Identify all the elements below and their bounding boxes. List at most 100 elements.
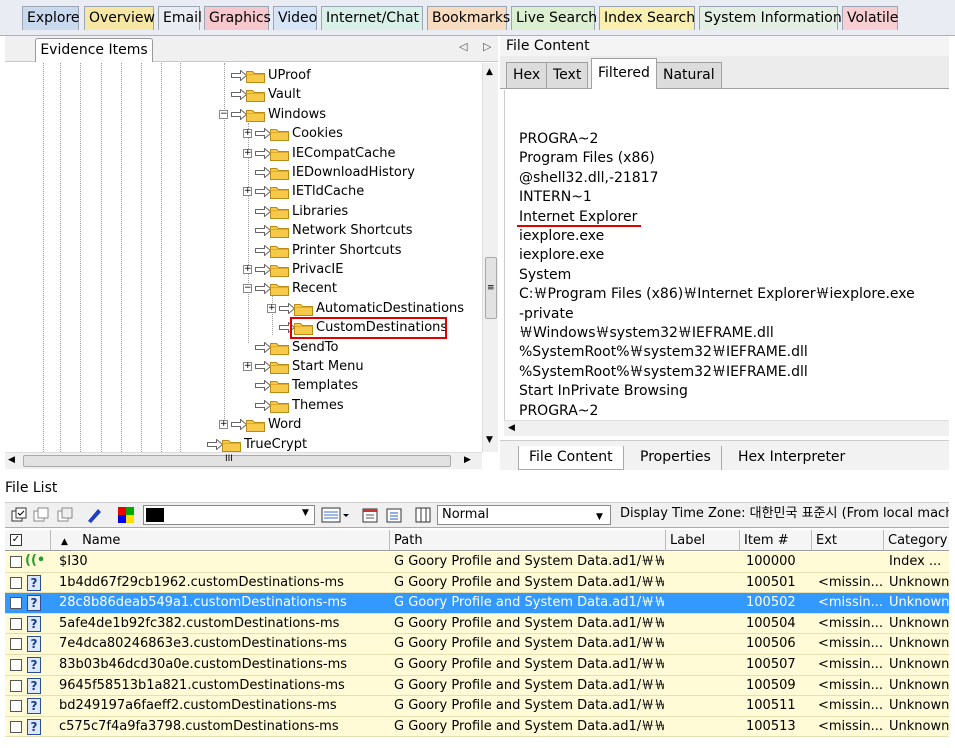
expand-icon[interactable]: + [243,362,252,371]
tree-node-iedownloadhistory[interactable]: IEDownloadHistory [5,163,475,182]
report-icon[interactable] [384,505,404,525]
select-all-checkbox[interactable]: ✓ [5,530,51,551]
uncheck-all-icon[interactable] [55,505,75,525]
tree-node-sendto[interactable]: SendTo [5,338,475,357]
tree-node-themes[interactable]: Themes [5,396,475,415]
tree-node-iecompatcache[interactable]: + IECompatCache [5,144,475,163]
column-header-path[interactable]: Path [390,530,666,551]
content-horizontal-scrollbar[interactable]: ◀ [504,420,949,436]
color-palette-icon[interactable] [116,505,136,525]
expand-icon[interactable]: + [243,265,252,274]
expand-icon[interactable]: + [219,420,228,430]
table-row[interactable]: ? 7e4dca80246863e3.customDestinations-ms G… [5,634,949,655]
tab-text[interactable]: Text [546,62,589,88]
table-row[interactable]: ((• $I30 G Goory Profile and System Data.a… [5,552,949,573]
row-checkbox[interactable] [10,659,22,671]
color-select[interactable]: ▼ [143,505,315,525]
tree-vertical-scrollbar[interactable]: ▲ ≡ ▼ [482,63,498,452]
check-all-icon[interactable] [9,505,29,525]
scroll-left-arrow-icon[interactable]: ◀ [508,423,515,433]
panel-scroll-arrows[interactable]: ◁ ▷ [459,40,497,53]
tree-node-network-shortcuts[interactable]: Network Shortcuts [5,221,475,240]
row-checkbox[interactable] [10,679,22,692]
tree-node-privacie[interactable]: + PrivacIE [5,260,475,279]
expand-icon[interactable]: + [243,187,252,197]
tree-node-vault[interactable]: Vault [5,85,475,104]
column-settings-icon[interactable] [320,505,350,525]
row-checkbox[interactable] [10,700,22,713]
tab-index-search[interactable]: Index Search [599,6,695,30]
tree-node-templates[interactable]: Templates [5,376,475,395]
tab-hex[interactable]: Hex [506,62,548,88]
tree-node-start-menu[interactable]: + Start Menu [5,357,475,376]
row-checkbox[interactable] [10,576,22,589]
index-file-icon: ((• [25,553,46,568]
tree-node-word[interactable]: + Word [5,415,475,434]
expand-icon[interactable]: + [243,148,252,158]
table-row[interactable]: ? 1b4dd67f29cb1962.customDestinations-ms G… [5,572,949,594]
row-checkbox[interactable] [10,617,22,630]
tree-horizontal-scrollbar[interactable]: ◀ III ▶ [5,452,482,469]
node-pointer-icon [255,283,271,295]
calendar-icon[interactable] [360,505,380,525]
tab-live-search[interactable]: Live Search [511,6,597,30]
row-checkbox[interactable] [10,720,22,733]
table-row[interactable]: ? c575c7f4a9fa3798.customDestinations-ms G… [5,716,949,738]
tree-node-ietldcache[interactable]: + IETldCache [5,182,475,201]
tree-node-windows[interactable]: − Windows [5,105,475,124]
tab-file-content[interactable]: File Content [518,446,624,470]
tree-node-uproof[interactable]: UProof [5,66,475,85]
tree-node-automaticdestinations[interactable]: + AutomaticDestinations [5,299,475,318]
scroll-grip-icon: ≡ [487,283,495,293]
column-header-category[interactable]: Category [884,530,949,551]
table-row[interactable]: ? 5afe4de1b92fc382.customDestinations-ms G… [5,613,949,635]
tab-internet-chat[interactable]: Internet/Chat [321,6,423,30]
column-header-name[interactable]: ▲ Name [51,530,390,551]
row-checkbox[interactable] [10,556,22,568]
column-header-ext[interactable]: Ext [812,530,884,551]
tab-email[interactable]: Email [158,6,202,30]
scroll-thumb[interactable] [23,455,451,467]
row-checkbox[interactable] [10,638,22,651]
expand-icon[interactable]: + [267,303,276,313]
tab-natural[interactable]: Natural [656,62,722,88]
tab-properties[interactable]: Properties [630,446,722,470]
tree-node-cookies[interactable]: + Cookies [5,124,475,143]
tab-overview[interactable]: Overview [84,6,155,30]
tab-hex-interpreter[interactable]: Hex Interpreter [728,446,855,470]
scroll-left-arrow-icon[interactable]: ◀ [8,455,15,465]
tab-filtered[interactable]: Filtered [591,58,657,89]
tab-graphics[interactable]: Graphics [204,6,271,30]
table-row[interactable]: ? 28c8b86deab549a1.customDestinations-ms G… [5,593,949,614]
collapse-icon[interactable]: − [243,284,252,294]
column-header-item[interactable]: Item # [740,530,812,551]
tree-node-truecrypt[interactable]: TrueCrypt [5,435,475,452]
cell-path: G Goory Profile and System Data.ad1/￦￦..… [394,718,664,734]
table-row[interactable]: ? bd249197a6faeff2.customDestinations-ms G… [5,696,949,717]
uncheck-icon[interactable] [31,505,51,525]
highlighter-icon[interactable] [84,505,104,525]
scroll-up-arrow-icon[interactable]: ▲ [486,67,493,77]
scroll-down-arrow-icon[interactable]: ▼ [486,435,493,445]
table-row[interactable]: ? 9645f58513b1a821.customDestinations-ms G… [5,675,949,697]
tree-node-printer-shortcuts[interactable]: Printer Shortcuts [5,241,475,260]
collapse-icon[interactable]: − [219,109,228,119]
column-header-label[interactable]: Label [666,530,740,551]
tab-video[interactable]: Video [273,6,317,30]
folder-icon [270,245,289,258]
tab-bookmarks[interactable]: Bookmarks [427,6,510,30]
tree-node-recent[interactable]: − Recent [5,279,475,298]
table-row[interactable]: ? 83b03b46dcd30a0e.customDestinations-ms G… [5,655,949,676]
tab-explore[interactable]: Explore [22,6,80,30]
expand-icon[interactable]: + [243,129,252,139]
tab-evidence-items[interactable]: Evidence Items [35,38,153,62]
scroll-right-arrow-icon[interactable]: ▶ [464,455,471,465]
unknown-file-icon: ? [27,636,41,653]
view-mode-select[interactable]: Normal ▼ [437,505,611,525]
tab-system-information[interactable]: System Information [699,6,842,30]
columns-view-icon[interactable] [413,505,433,525]
row-checkbox[interactable] [10,597,22,610]
tree-node-libraries[interactable]: Libraries [5,202,475,221]
tab-volatile[interactable]: Volatile [842,6,898,30]
cell-path: G Goory Profile and System Data.ad1/￦￦..… [394,595,664,611]
